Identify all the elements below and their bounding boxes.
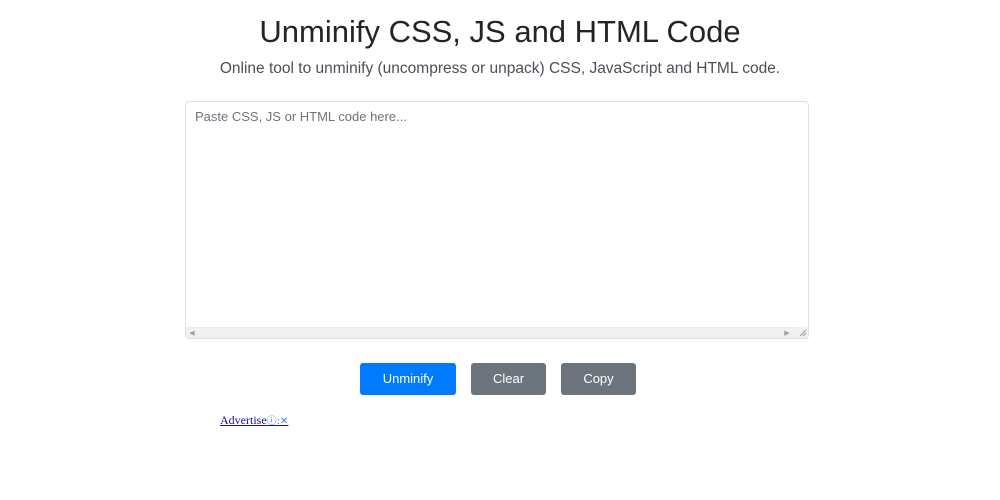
resize-grip-icon[interactable] xyxy=(797,327,808,338)
page-title: Unminify CSS, JS and HTML Code xyxy=(259,14,741,49)
resize-grip-glyph xyxy=(799,329,807,337)
page-subtitle: Online tool to unminify (uncompress or u… xyxy=(219,60,781,77)
clear-button[interactable]: Clear xyxy=(471,363,546,395)
unminify-button[interactable]: Unminify xyxy=(360,363,456,395)
page: Unminify CSS, JS and HTML Code Online to… xyxy=(0,0,1000,500)
horizontal-scrollbar[interactable]: ◀ ▶ xyxy=(186,327,798,338)
chevron-left-icon[interactable]: ◀ xyxy=(187,329,197,338)
copy-button[interactable]: Copy xyxy=(561,363,636,395)
code-input[interactable] xyxy=(186,102,808,328)
code-editor-container: ◀ ▶ xyxy=(185,101,809,339)
advertise-link[interactable]: Advertiseⓘ:✕ xyxy=(220,413,288,429)
chevron-right-icon[interactable]: ▶ xyxy=(782,329,792,338)
advertise-label: Advertise xyxy=(220,413,267,427)
ad-info-close-icons[interactable]: ⓘ:✕ xyxy=(267,416,289,427)
